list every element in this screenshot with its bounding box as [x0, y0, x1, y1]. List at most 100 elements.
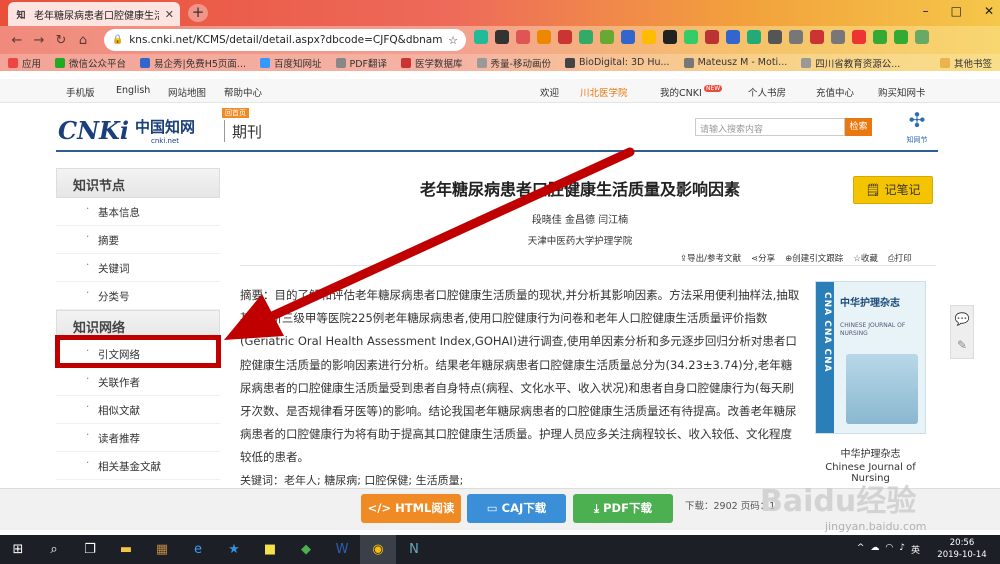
forward-arrow-icon[interactable]: → [28, 33, 50, 48]
print-button[interactable]: ⎙打印 [888, 252, 912, 264]
extension-icon[interactable] [537, 30, 551, 44]
volume-icon[interactable]: ♪ [899, 543, 905, 556]
extension-icon[interactable] [684, 30, 698, 44]
extension-icon[interactable] [852, 30, 866, 44]
sidebar-item-classification[interactable]: 分类号 [56, 282, 220, 310]
pin-app-icon[interactable]: ★ [216, 535, 252, 564]
take-note-button[interactable]: 🗒 记笔记 [853, 176, 933, 204]
word-icon[interactable]: W [324, 535, 360, 564]
cnki-logo[interactable]: CNKi 中国知网 cnki.net [58, 116, 195, 145]
citation-track-button[interactable]: ⊕创建引文跟踪 [785, 252, 843, 264]
browser-tab[interactable]: 知 老年糖尿病患者口腔健康生活质量 ✕ [8, 2, 180, 26]
article-affiliation[interactable]: 天津中医药大学护理学院 [300, 233, 860, 247]
extension-icon[interactable] [915, 30, 929, 44]
bookmark-item[interactable]: 微信公众平台 [55, 56, 126, 70]
winrar-icon[interactable]: ▦ [144, 535, 180, 564]
sidebar-item-abstract[interactable]: 摘要 [56, 226, 220, 254]
nav-sitemap-link[interactable]: 网站地图 [168, 85, 206, 99]
extension-icon[interactable] [600, 30, 614, 44]
html-read-button[interactable]: </> HTML阅读 [361, 494, 461, 523]
taskbar-clock[interactable]: 20:56 2019-10-14 [932, 537, 992, 561]
cnki-reader-icon[interactable]: N [396, 535, 432, 564]
cover-image [846, 354, 918, 424]
comment-icon[interactable]: 💬 [951, 306, 973, 332]
cloud-icon[interactable]: ☁ [870, 543, 879, 556]
nav-english-link[interactable]: English [116, 85, 150, 96]
nav-buy-card-link[interactable]: 购买知网卡 [878, 85, 926, 99]
bookmark-item[interactable]: PDF翻译 [335, 56, 387, 70]
wifi-icon[interactable]: ◠ [885, 543, 893, 556]
extension-icon[interactable] [873, 30, 887, 44]
export-button[interactable]: ⇪导出/参考文献 [680, 252, 741, 264]
extension-icon[interactable] [726, 30, 740, 44]
nav-personal-study-link[interactable]: 个人书房 [748, 85, 786, 99]
extension-icon[interactable] [516, 30, 530, 44]
extension-icon[interactable] [495, 30, 509, 44]
reload-icon[interactable]: ↻ [50, 33, 72, 48]
bookmark-star-icon[interactable]: ☆ [448, 34, 458, 47]
maximize-button[interactable]: □ [951, 4, 962, 18]
green-app-icon[interactable]: ◆ [288, 535, 324, 564]
bookmark-item[interactable]: 医学数据库 [401, 56, 463, 70]
chrome-icon[interactable]: ◉ [360, 535, 396, 564]
sticky-notes-icon[interactable]: ■ [252, 535, 288, 564]
sidebar-item-fund-docs[interactable]: 相关基金文献 [56, 452, 220, 480]
bookmark-item[interactable]: 其他书签 [939, 56, 992, 70]
extension-icon[interactable] [768, 30, 782, 44]
nav-institution-link[interactable]: 川北医学院 [580, 85, 628, 99]
back-arrow-icon[interactable]: ← [6, 33, 28, 48]
favorite-button[interactable]: ☆收藏 [853, 252, 878, 264]
sidebar-item-keywords[interactable]: 关键词 [56, 254, 220, 282]
search-button[interactable]: 检索 [845, 118, 872, 136]
nav-recharge-link[interactable]: 充值中心 [816, 85, 854, 99]
extension-icon[interactable] [558, 30, 572, 44]
close-window-button[interactable]: ✕ [984, 4, 994, 18]
home-badge[interactable]: 回首页 [222, 108, 249, 118]
home-icon[interactable]: ⌂ [72, 33, 94, 48]
extension-icon[interactable] [663, 30, 677, 44]
address-bar[interactable]: 🔒 kns.cnki.net/KCMS/detail/detail.aspx?d… [104, 29, 466, 51]
extension-icon[interactable] [789, 30, 803, 44]
share-button[interactable]: ⋖分享 [751, 252, 775, 264]
bookmark-item[interactable]: 秀量-移动画份 [476, 56, 551, 70]
extension-icon[interactable] [810, 30, 824, 44]
task-view-icon[interactable]: ❐ [72, 535, 108, 564]
extension-icon[interactable] [747, 30, 761, 44]
file-explorer-icon[interactable]: ▬ [108, 535, 144, 564]
edge-icon[interactable]: e [180, 535, 216, 564]
windows-start-icon[interactable]: ⊞ [0, 535, 36, 564]
sidebar-item-related-authors[interactable]: 关联作者 [56, 368, 220, 396]
sidebar-item-reader-recommend[interactable]: 读者推荐 [56, 424, 220, 452]
tray-expand-icon[interactable]: ^ [857, 543, 865, 556]
search-icon[interactable]: ⌕ [36, 535, 72, 564]
new-tab-button[interactable]: + [188, 4, 208, 22]
pdf-download-button[interactable]: ⤓ PDF下载 [573, 494, 673, 523]
nav-my-cnki-link[interactable]: 我的CNKI [660, 85, 702, 99]
extension-icon[interactable] [579, 30, 593, 44]
nav-mobile-link[interactable]: 手机版 [66, 85, 95, 99]
extension-icon[interactable] [642, 30, 656, 44]
extension-icon[interactable] [474, 30, 488, 44]
extension-icon[interactable] [621, 30, 635, 44]
bookmark-item[interactable]: 四川省教育资源公... [801, 56, 900, 70]
bookmark-item[interactable]: Mateusz M - Moti... [683, 57, 787, 68]
tab-close-icon[interactable]: ✕ [165, 8, 174, 21]
journal-name-cn[interactable]: 中华护理杂志 [815, 445, 926, 460]
sidebar-item-basic-info[interactable]: 基本信息 [56, 198, 220, 226]
bookmark-item[interactable]: BioDigital: 3D Hu... [564, 57, 670, 68]
pencil-icon[interactable]: ✎ [951, 332, 973, 358]
bookmark-item[interactable]: 百度知网址 [259, 56, 322, 70]
article-authors[interactable]: 段晓佳 金昌德 闫江楠 [300, 211, 860, 226]
extension-icon[interactable] [705, 30, 719, 44]
journal-cover[interactable]: CNA CNA CNA 中华护理杂志 CHINESE JOURNAL OF NU… [815, 281, 926, 434]
extension-icon[interactable] [894, 30, 908, 44]
bookmark-item[interactable]: 应用 [8, 56, 41, 70]
nav-help-link[interactable]: 帮助中心 [224, 85, 262, 99]
extension-icon[interactable] [831, 30, 845, 44]
caj-download-button[interactable]: ▭ CAJ下载 [467, 494, 566, 523]
minimize-button[interactable]: – [923, 4, 929, 18]
search-input[interactable]: 请输入搜索内容 [695, 118, 845, 136]
sidebar-item-similar-docs[interactable]: 相似文献 [56, 396, 220, 424]
bookmark-item[interactable]: 易企秀|免费H5页面... [140, 56, 246, 70]
language-indicator[interactable]: 英 [911, 543, 920, 556]
